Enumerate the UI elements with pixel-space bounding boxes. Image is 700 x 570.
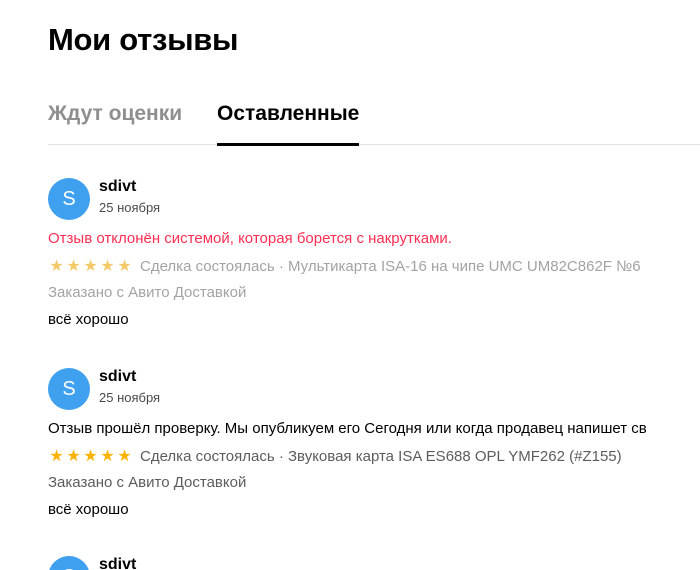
- review-comment: всё хорошо: [48, 311, 129, 328]
- review-item: S sdivt 25 ноября Отзыв прошёл проверку.…: [48, 368, 700, 528]
- review-date: 25 ноября: [99, 200, 161, 215]
- review-status-rejected: Отзыв отклонён системой, которая борется…: [48, 230, 452, 247]
- review-deal-line: ★ ★ ★ ★ ★ Сделка состоялась · Звуковая к…: [48, 447, 622, 465]
- star-icon: ★: [66, 257, 81, 275]
- avatar[interactable]: S: [48, 178, 90, 220]
- review-username[interactable]: sdivt: [99, 556, 136, 570]
- rating-stars: ★ ★ ★ ★ ★: [48, 257, 133, 275]
- star-icon: ★: [117, 447, 132, 465]
- star-icon: ★: [117, 257, 132, 275]
- review-item: S sdivt: [48, 556, 700, 570]
- rating-stars: ★ ★ ★ ★ ★: [48, 447, 133, 465]
- tabs-bar: Ждут оценки Оставленные: [48, 100, 700, 146]
- reviews-page: Мои отзывы Ждут оценки Оставленные S sdi…: [0, 0, 700, 570]
- star-icon: ★: [83, 257, 98, 275]
- review-username[interactable]: sdivt: [99, 178, 136, 196]
- tab-left-reviews[interactable]: Оставленные: [217, 102, 360, 146]
- review-deal-line: ★ ★ ★ ★ ★ Сделка состоялась · Мультикарт…: [48, 257, 641, 275]
- star-icon: ★: [100, 447, 115, 465]
- star-icon: ★: [66, 447, 81, 465]
- review-deal-text[interactable]: Сделка состоялась · Мультикарта ISA-16 н…: [140, 258, 641, 275]
- page-title: Мои отзывы: [48, 22, 239, 57]
- tab-awaiting-rating[interactable]: Ждут оценки: [48, 102, 182, 126]
- review-username[interactable]: sdivt: [99, 368, 136, 386]
- review-delivery-text: Заказано с Авито Доставкой: [48, 284, 247, 301]
- review-delivery-text: Заказано с Авито Доставкой: [48, 474, 247, 491]
- avatar[interactable]: S: [48, 368, 90, 410]
- star-icon: ★: [83, 447, 98, 465]
- review-date: 25 ноября: [99, 390, 161, 405]
- review-item: S sdivt 25 ноября Отзыв отклонён системо…: [48, 178, 700, 338]
- star-icon: ★: [49, 257, 64, 275]
- avatar[interactable]: S: [48, 556, 90, 570]
- star-icon: ★: [100, 257, 115, 275]
- review-status-accepted: Отзыв прошёл проверку. Мы опубликуем его…: [48, 420, 647, 437]
- star-icon: ★: [49, 447, 64, 465]
- review-deal-text[interactable]: Сделка состоялась · Звуковая карта ISA E…: [140, 448, 622, 465]
- review-comment: всё хорошо: [48, 501, 129, 518]
